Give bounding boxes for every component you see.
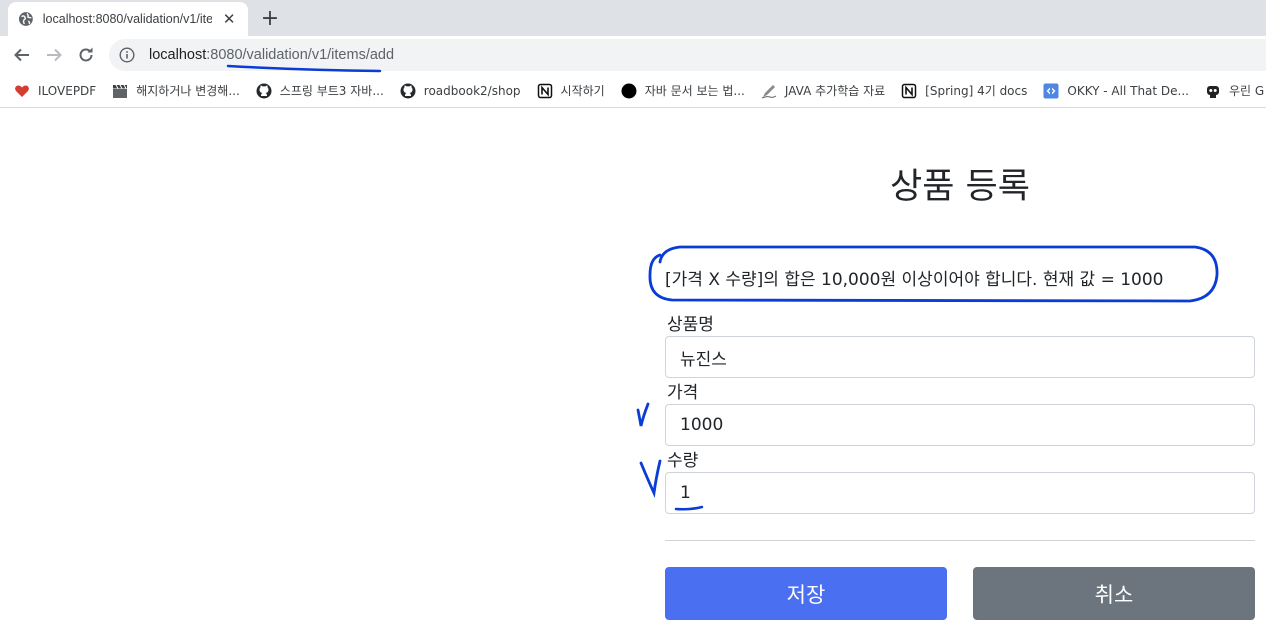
price-label: 가격: [667, 383, 699, 403]
tab-title: localhost:8080/validation/v1/ite: [42, 12, 213, 26]
global-error-message: [가격 X 수량]의 합은 10,000원 이상이어야 합니다. 현재 값 = …: [665, 270, 1164, 290]
bookmark-label: 시작하기: [560, 84, 605, 98]
bookmark-item[interactable]: [Spring] 4기 docs: [901, 82, 1027, 99]
bookmark-item[interactable]: roadbook2/shop: [400, 83, 521, 99]
item-name-input[interactable]: [665, 336, 1255, 378]
browser-tab[interactable]: localhost:8080/validation/v1/ite ✕: [8, 2, 248, 36]
bookmark-item[interactable]: 우린 G: [1205, 82, 1264, 99]
bookmark-label: 해지하거나 변경해...: [136, 84, 240, 98]
bookmark-item[interactable]: 시작하기: [537, 82, 605, 99]
save-button[interactable]: 저장: [665, 567, 947, 620]
notion-icon: [901, 83, 917, 99]
heart-icon: [14, 83, 30, 99]
github-icon: [256, 83, 272, 99]
bookmark-item[interactable]: 스프링 부트3 자바...: [256, 82, 384, 99]
tab-strip: localhost:8080/validation/v1/ite ✕ +: [0, 0, 1266, 36]
globe-icon: [18, 12, 33, 26]
forward-arrow-icon[interactable]: [42, 43, 66, 67]
bookmark-label: OKKY - All That De...: [1067, 83, 1189, 98]
bookmark-item[interactable]: 해지하거나 변경해...: [112, 82, 240, 99]
bookmark-label: JAVA 추가학습 자료: [784, 84, 886, 98]
clapperboard-icon: [112, 83, 128, 99]
bookmark-label: roadbook2/shop: [423, 83, 521, 98]
browser-toolbar: localhost:8080/validation/v1/items/add: [0, 36, 1266, 74]
notion-icon: [537, 83, 553, 99]
cancel-button[interactable]: 취소: [973, 567, 1255, 620]
bookmark-item[interactable]: JAVA 추가학습 자료: [761, 82, 885, 99]
url-text: localhost:8080/validation/v1/items/add: [149, 47, 395, 63]
address-bar[interactable]: localhost:8080/validation/v1/items/add: [109, 39, 1266, 71]
quantity-input[interactable]: [665, 472, 1255, 514]
bookmark-item[interactable]: 자바 문서 보는 법...: [621, 82, 745, 99]
bookmark-label: 스프링 부트3 자바...: [279, 84, 384, 98]
bookmark-item[interactable]: OKKY - All That De...: [1043, 83, 1189, 99]
close-icon[interactable]: ✕: [220, 10, 238, 28]
back-arrow-icon[interactable]: [10, 43, 34, 67]
circle-icon: [621, 83, 637, 99]
robot-icon: [1205, 83, 1221, 99]
item-name-label: 상품명: [667, 315, 714, 335]
browser-chrome: localhost:8080/validation/v1/ite ✕ + loc…: [0, 0, 1266, 110]
github-icon: [400, 83, 416, 99]
pen-icon: [761, 83, 777, 99]
bookmark-label: ILOVEPDF: [38, 83, 97, 98]
reload-icon[interactable]: [74, 43, 98, 67]
quantity-label: 수량: [667, 451, 699, 471]
form-divider: [665, 540, 1255, 541]
bookmarks-bar: ILOVEPDF 해지하거나 변경해... 스프링 부트3 자바... roadboo…: [0, 74, 1266, 108]
bookmark-label: 우린 G: [1229, 84, 1265, 98]
bookmark-label: 자바 문서 보는 법...: [644, 84, 745, 98]
info-icon[interactable]: [119, 47, 135, 63]
page-content: 상품 등록 [가격 X 수량]의 합은 10,000원 이상이어야 합니다. 현…: [0, 110, 1266, 633]
page-title: 상품 등록: [890, 167, 1030, 207]
bookmark-label: [Spring] 4기 docs: [925, 84, 1028, 98]
new-tab-icon[interactable]: +: [258, 6, 282, 31]
okky-icon: [1043, 83, 1059, 99]
price-input[interactable]: [665, 404, 1255, 446]
bookmark-item[interactable]: ILOVEPDF: [14, 83, 96, 99]
